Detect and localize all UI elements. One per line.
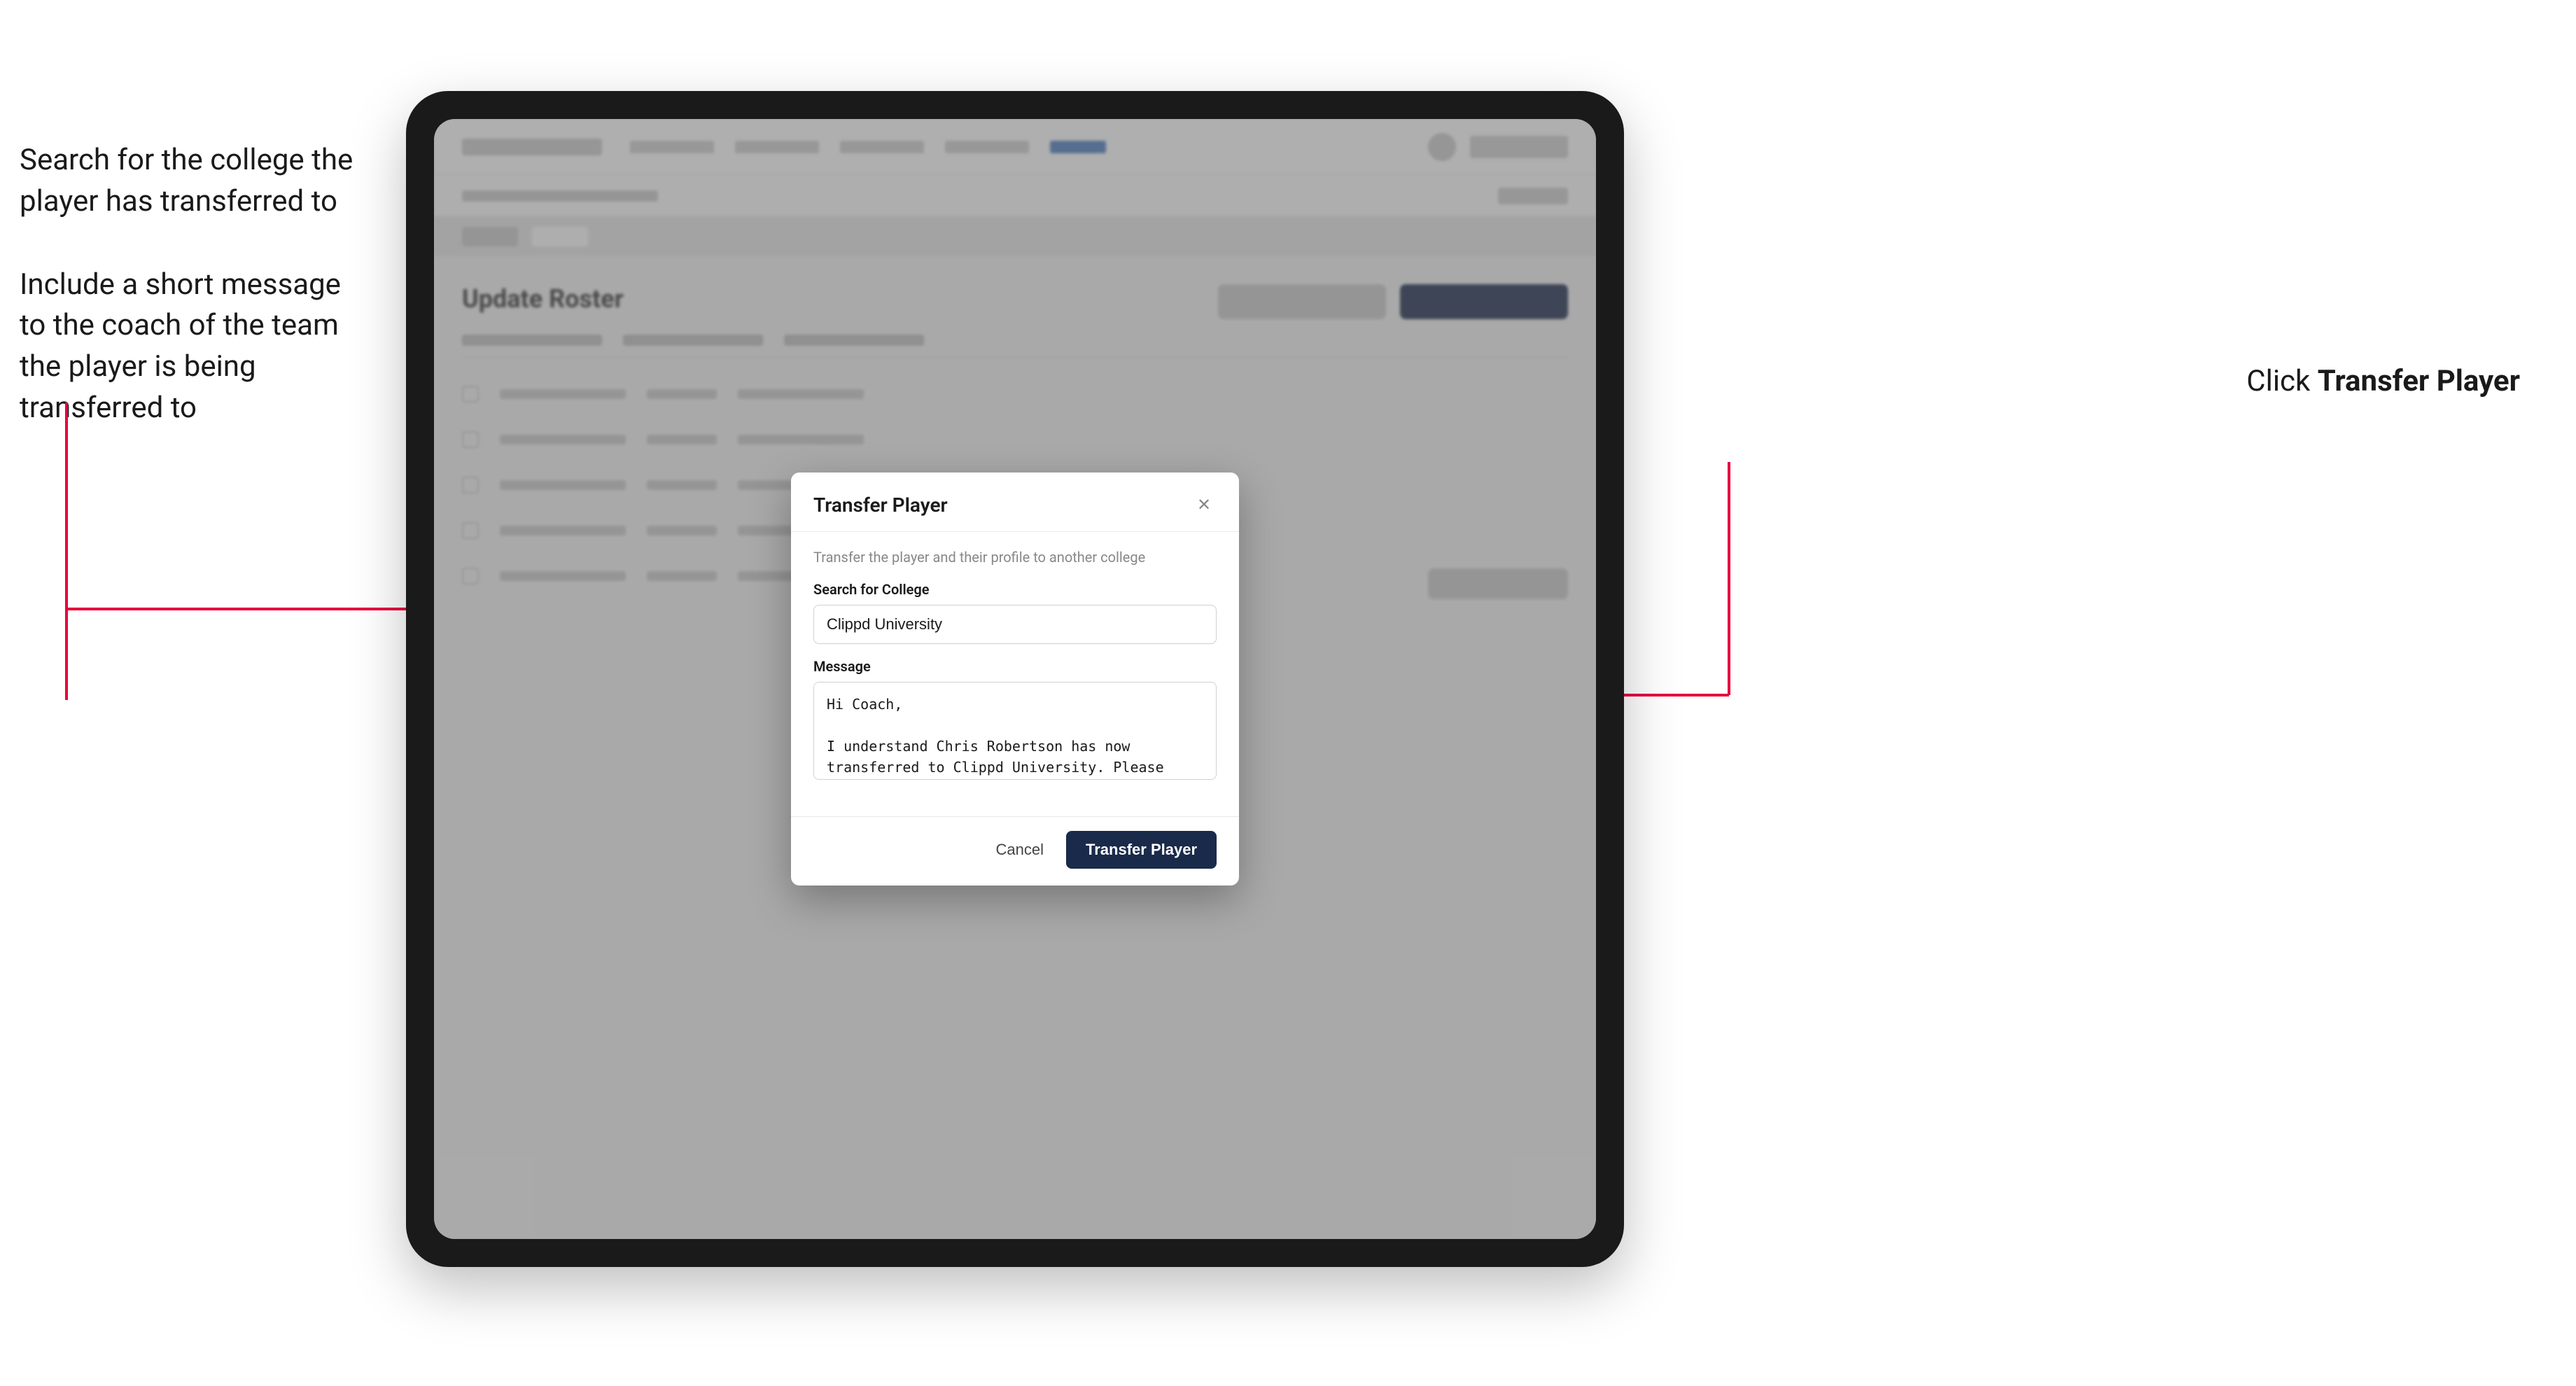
message-textarea[interactable]: Hi Coach, I understand Chris Robertson h… [813, 682, 1217, 780]
modal-close-button[interactable]: ✕ [1191, 492, 1217, 517]
modal-description: Transfer the player and their profile to… [813, 549, 1217, 566]
search-college-label: Search for College [813, 581, 1217, 598]
modal-header: Transfer Player ✕ [791, 472, 1239, 532]
modal-overlay: Transfer Player ✕ Transfer the player an… [434, 119, 1596, 1239]
modal-body: Transfer the player and their profile to… [791, 532, 1239, 816]
transfer-player-modal: Transfer Player ✕ Transfer the player an… [791, 472, 1239, 886]
annotation-search-instruction: Search for the college the player has tr… [20, 140, 384, 429]
tablet-frame: Update Roster [406, 91, 1624, 1267]
annotation-click-instruction: Click Transfer Player [2246, 364, 2520, 398]
modal-title: Transfer Player [813, 493, 948, 517]
cancel-button[interactable]: Cancel [985, 834, 1055, 866]
search-college-input[interactable] [813, 605, 1217, 644]
message-label: Message [813, 658, 1217, 675]
annotation-message-instruction: Include a short messageto the coach of t… [20, 265, 384, 429]
transfer-player-button[interactable]: Transfer Player [1066, 831, 1217, 869]
tablet-screen: Update Roster [434, 119, 1596, 1239]
search-college-field: Search for College [813, 581, 1217, 644]
message-field: Message Hi Coach, I understand Chris Rob… [813, 658, 1217, 783]
modal-footer: Cancel Transfer Player [791, 816, 1239, 886]
